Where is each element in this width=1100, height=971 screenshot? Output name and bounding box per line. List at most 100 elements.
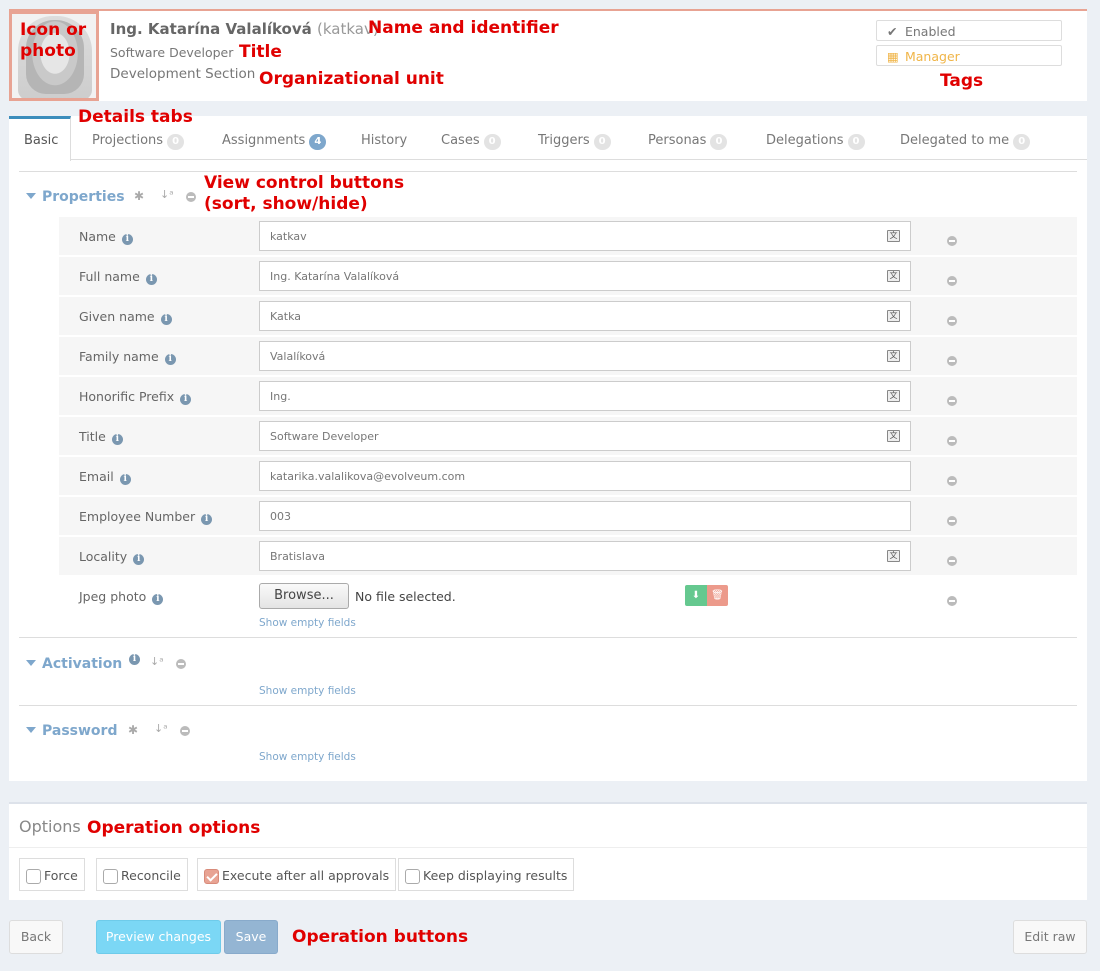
tab-label: Cases [441,133,480,148]
divider [19,637,1077,638]
email-input[interactable]: katarika.valalikova@evolveum.com [259,461,911,491]
remove-value-button[interactable] [947,351,957,370]
tab-personas[interactable]: Personas 0 [648,116,728,160]
label-text: Family name [79,349,159,364]
info-icon[interactable]: i [160,314,172,325]
tab-count-badge: 0 [1013,134,1031,150]
annotation-title: Title [239,42,282,62]
honorific-prefix-input[interactable]: Ing. 文 [259,381,911,411]
annotation-name-identifier: Name and identifier [368,18,559,38]
force-checkbox[interactable]: Force [19,858,85,891]
checkbox-box [405,869,420,884]
annotation-operation-buttons: Operation buttons [292,927,469,947]
asterisk-icon[interactable]: ✱ [134,189,144,203]
info-icon[interactable]: i [145,274,157,285]
translate-icon[interactable]: 文 [887,550,900,562]
properties-section-header[interactable]: Properties [26,189,125,205]
remove-value-button[interactable] [947,311,957,330]
remove-value-button[interactable] [947,591,957,610]
hide-section-button[interactable] [186,191,196,205]
password-section-header[interactable]: Password [26,723,117,739]
sort-icon[interactable]: ↓ᵃ [154,722,168,735]
activation-section-header[interactable]: Activation [26,656,122,672]
tab-delegated-to-me[interactable]: Delegated to me 0 [900,116,1031,160]
remove-value-button[interactable] [947,391,957,410]
reconcile-checkbox[interactable]: Reconcile [96,858,188,891]
checkbox-checked [204,869,219,884]
tab-count-badge: 0 [593,134,611,150]
translate-icon[interactable]: 文 [887,430,900,442]
hide-section-button[interactable] [176,658,186,672]
minus-circle-icon [947,236,957,246]
browse-button[interactable]: Browse... [259,583,349,609]
label-text: Employee Number [79,509,196,524]
info-icon[interactable]: i [164,354,176,365]
info-icon[interactable]: i [119,474,131,485]
label-text: Honorific Prefix [79,389,175,404]
tab-count-badge: 0 [483,134,501,150]
show-empty-fields-link[interactable]: Show empty fields [259,751,356,763]
minus-circle-icon [947,556,957,566]
locality-input[interactable]: Bratislava 文 [259,541,911,571]
remove-value-button[interactable] [947,551,957,570]
remove-value-button[interactable] [947,231,957,250]
remove-value-button[interactable] [947,511,957,530]
full-name-input[interactable]: Ing. Katarína Valalíková 文 [259,261,911,291]
execute-after-approvals-checkbox[interactable]: Execute after all approvals [197,858,397,891]
annotation-tags: Tags [940,71,984,91]
show-empty-fields-link[interactable]: Show empty fields [259,617,356,629]
translate-icon[interactable]: 文 [887,230,900,242]
tab-triggers[interactable]: Triggers 0 [538,116,611,160]
delete-photo-button[interactable]: 🗑 [707,585,728,606]
title-input[interactable]: Software Developer 文 [259,421,911,451]
activation-info-button[interactable]: i [129,650,140,665]
input-value: Valalíková [270,350,326,363]
info-icon[interactable]: i [121,234,133,245]
tab-label: Projections [92,133,164,148]
sort-icon[interactable]: ↓ᵃ [160,188,174,201]
remove-value-button[interactable] [947,471,957,490]
info-icon[interactable]: i [201,514,213,525]
name-input[interactable]: katkav 文 [259,221,911,251]
tab-assignments[interactable]: Assignments 4 [222,116,327,160]
family-name-input[interactable]: Valalíková 文 [259,341,911,371]
show-empty-fields-link[interactable]: Show empty fields [259,685,356,697]
preview-changes-button[interactable]: Preview changes [96,920,221,954]
download-icon: ⬇ [691,590,701,601]
asterisk-icon[interactable]: ✱ [128,723,138,737]
label-text: Title [79,429,106,444]
tab-basic[interactable]: Basic [9,116,71,161]
hide-section-button[interactable] [180,725,190,739]
property-row-employee-number: Employee Number i 003 [59,497,1077,535]
download-button[interactable]: ⬇ [685,585,707,606]
info-icon[interactable]: i [133,554,145,565]
tab-history[interactable]: History [361,116,407,160]
translate-icon[interactable]: 文 [887,350,900,362]
property-label: Given name i [79,309,172,325]
translate-icon[interactable]: 文 [887,390,900,402]
property-row-title: Title i Software Developer 文 [59,417,1077,455]
remove-value-button[interactable] [947,431,957,450]
property-label: Employee Number i [79,509,213,525]
tab-cases[interactable]: Cases 0 [441,116,501,160]
edit-raw-button[interactable]: Edit raw [1013,920,1087,954]
back-button[interactable]: Back [9,920,63,954]
checkbox-label: Keep displaying results [423,868,568,883]
info-icon[interactable]: i [111,434,123,445]
given-name-input[interactable]: Katka 文 [259,301,911,331]
info-icon[interactable]: i [152,594,164,605]
label-text: Full name [79,269,140,284]
input-value: Ing. Katarína Valalíková [270,270,400,283]
employee-number-input[interactable]: 003 [259,501,911,531]
info-icon[interactable]: i [180,394,192,405]
remove-value-button[interactable] [947,271,957,290]
tab-delegations[interactable]: Delegations 0 [766,116,865,160]
minus-circle-icon [947,596,957,606]
save-button[interactable]: Save [224,920,278,954]
translate-icon[interactable]: 文 [887,310,900,322]
translate-icon[interactable]: 文 [887,270,900,282]
tab-count-badge: 0 [710,134,728,150]
sort-icon[interactable]: ↓ᵃ [150,655,164,668]
keep-displaying-results-checkbox[interactable]: Keep displaying results [398,858,575,891]
label-text: Given name [79,309,155,324]
